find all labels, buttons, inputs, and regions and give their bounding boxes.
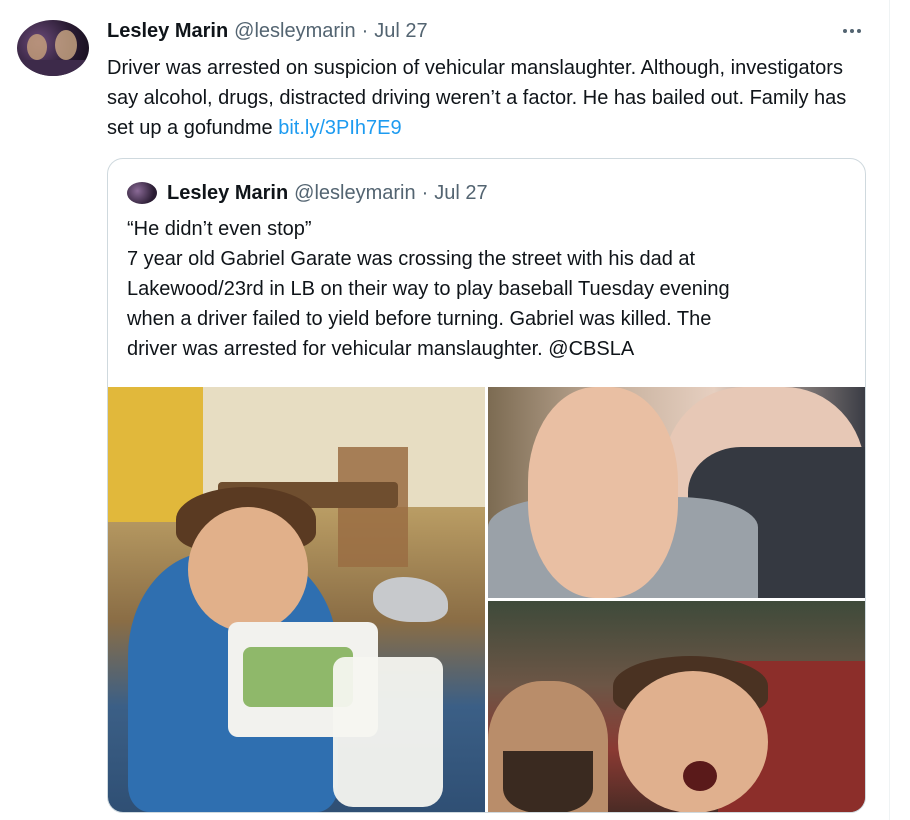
tweet[interactable]: Lesley Marin @lesleymarin · Jul 27 Drive… — [0, 0, 890, 820]
photo-boy-with-food[interactable] — [108, 387, 485, 812]
tweet-header: Lesley Marin @lesleymarin · Jul 27 — [107, 20, 428, 46]
quoted-text-line: 7 year old Gabriel Garate was crossing t… — [127, 248, 696, 270]
quoted-tweet[interactable]: Lesley Marin @lesleymarin · Jul 27 “He d… — [107, 158, 866, 813]
quoted-text-line: Lakewood/23rd in LB on their way to play… — [127, 278, 730, 300]
more-horizontal-icon[interactable] — [838, 20, 866, 42]
tweet-date[interactable]: Jul 27 — [374, 20, 427, 43]
quoted-text-line: “He didn’t even stop” — [127, 218, 312, 240]
quoted-author-handle: @lesleymarin — [294, 181, 416, 204]
quoted-text-line: when a driver failed to yield before tur… — [127, 308, 712, 330]
separator: · — [421, 181, 429, 204]
photo-boy-with-mother[interactable] — [488, 387, 865, 598]
quoted-tweet-date: Jul 27 — [434, 181, 488, 204]
media-grid — [108, 387, 865, 812]
quoted-author-name: Lesley Marin — [167, 181, 289, 204]
photo-boy-with-father[interactable] — [488, 601, 865, 812]
tweet-text: Driver was arrested on suspicion of vehi… — [107, 53, 867, 143]
gofundme-link[interactable]: bit.ly/3PIh7E9 — [278, 117, 401, 139]
author-name[interactable]: Lesley Marin — [107, 20, 228, 43]
quoted-author-avatar — [127, 182, 157, 204]
author-handle[interactable]: @lesleymarin — [234, 20, 355, 43]
quoted-text-line: driver was arrested for vehicular mansla… — [127, 338, 635, 360]
quoted-tweet-text: “He didn’t even stop” 7 year old Gabriel… — [127, 214, 847, 364]
separator: · — [361, 20, 369, 42]
author-avatar[interactable] — [17, 20, 89, 76]
quoted-tweet-header: Lesley Marin @lesleymarin · Jul 27 — [127, 180, 488, 206]
tweet-text-body: Driver was arrested on suspicion of vehi… — [107, 57, 847, 139]
